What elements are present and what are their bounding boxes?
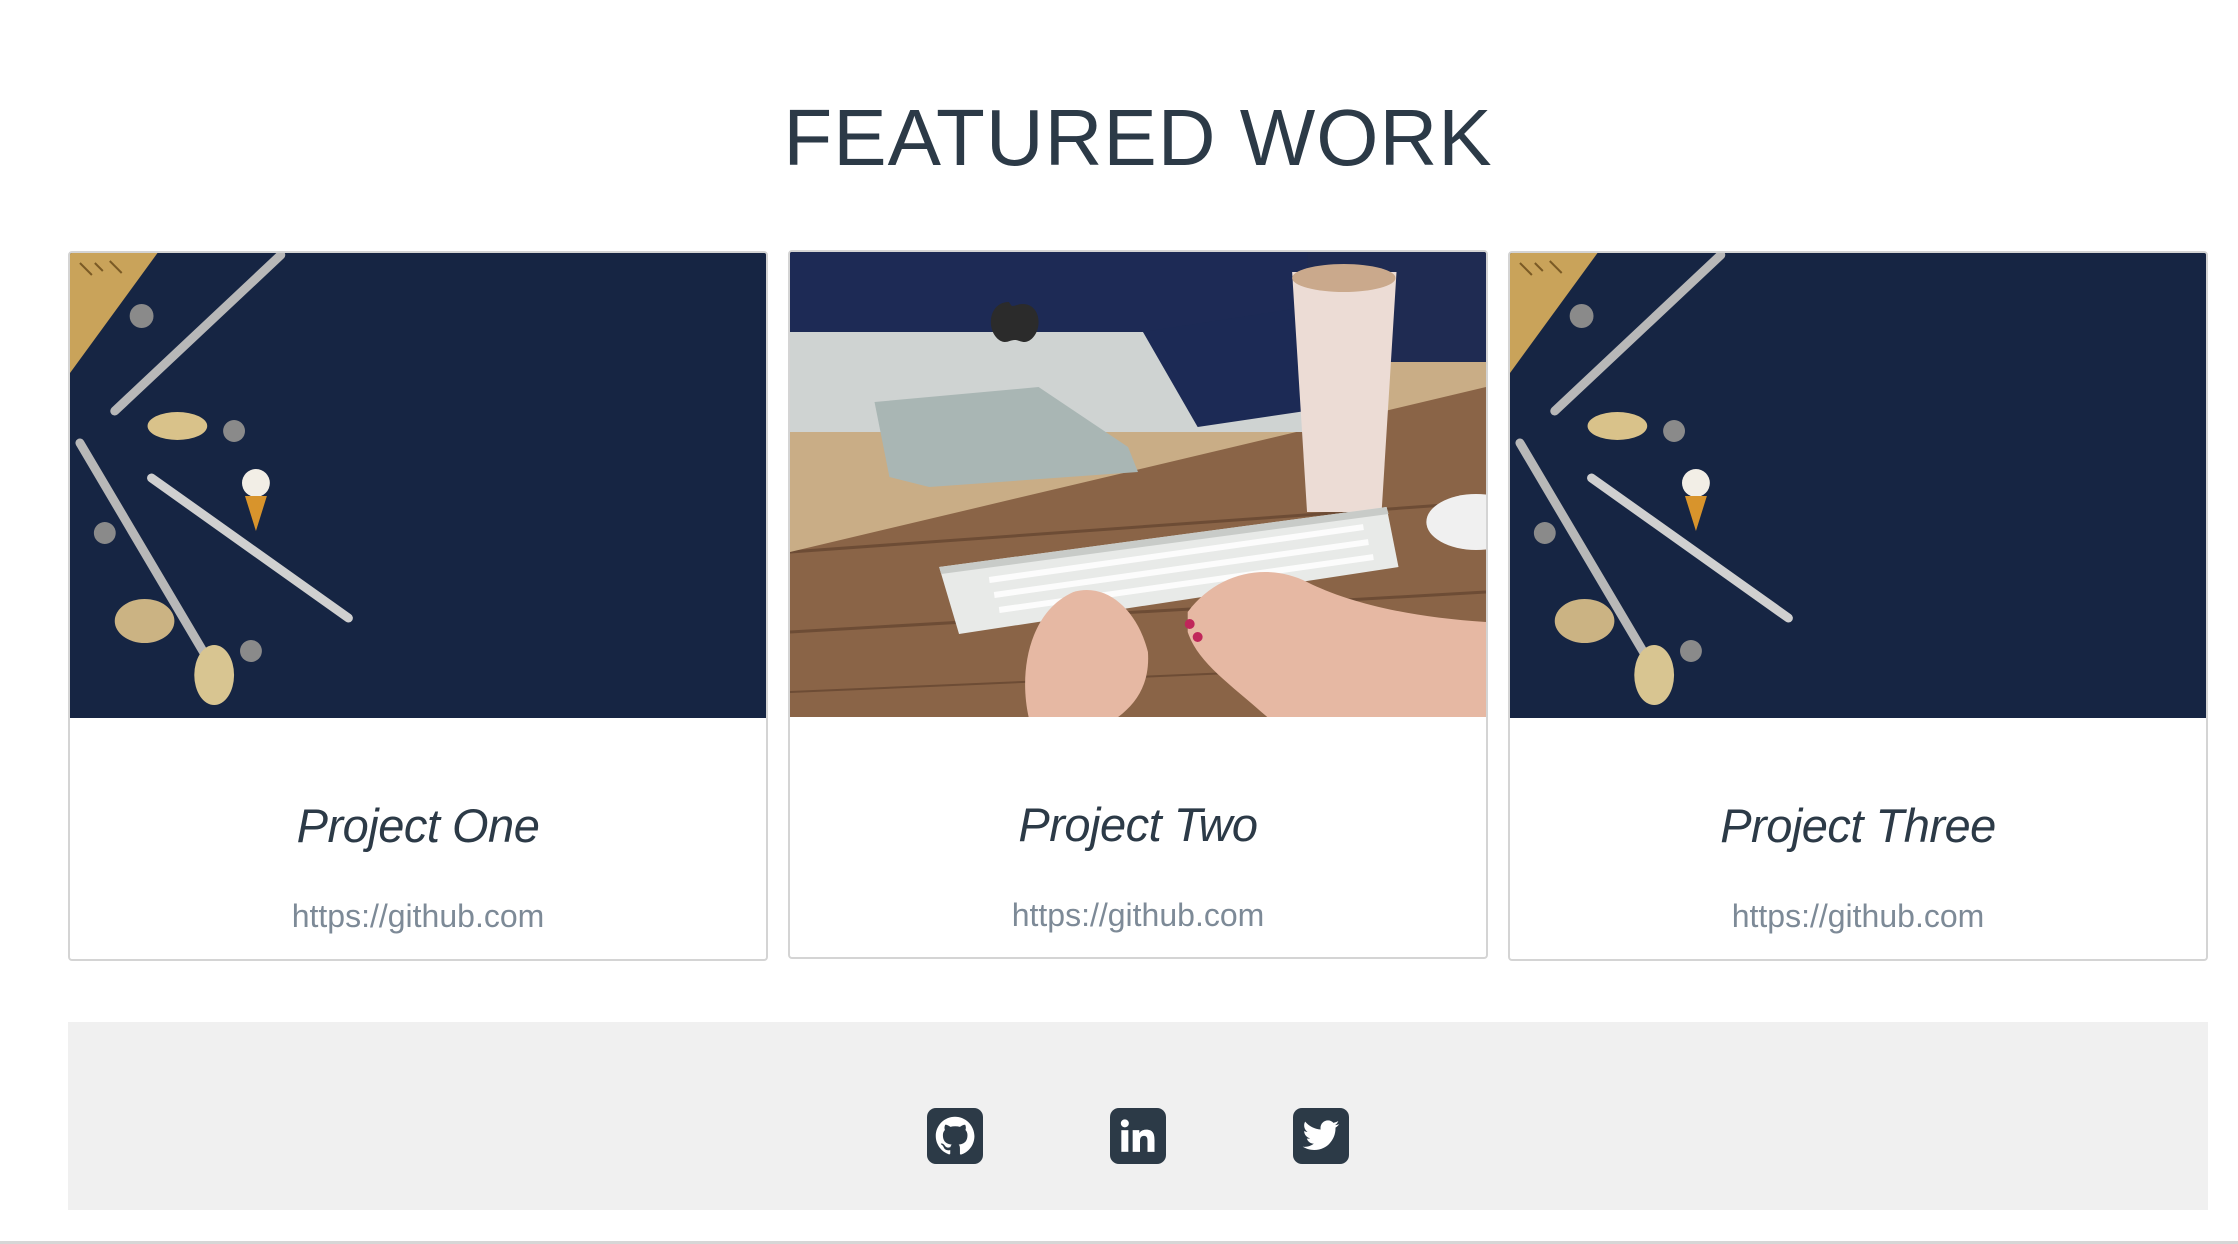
github-icon [935, 1116, 975, 1155]
project-title: Project Three [1720, 799, 1996, 852]
twitter-link[interactable] [1293, 1108, 1349, 1164]
section-title: FEATURED WORK [783, 93, 1493, 182]
project-title: Project Two [1018, 798, 1258, 851]
project-link[interactable]: https://github.com [790, 897, 1486, 934]
project-image[interactable] [1510, 253, 2206, 718]
project-title: Project One [296, 799, 540, 852]
project-link[interactable]: https://github.com [70, 898, 766, 935]
desk-stationery-photo [1510, 253, 2206, 718]
twitter-icon [1302, 1120, 1340, 1150]
footer [68, 1022, 2208, 1210]
project-card: Project Two https://github.com [788, 250, 1488, 959]
typing-keyboard-photo [790, 252, 1486, 717]
project-link[interactable]: https://github.com [1510, 898, 2206, 935]
project-card: Project One https://github.com [68, 251, 768, 961]
linkedin-icon [1120, 1119, 1155, 1152]
desk-stationery-photo [70, 253, 766, 718]
page: FEATURED WORK Project One https://github… [0, 0, 2238, 1244]
github-link[interactable] [927, 1108, 983, 1164]
project-image[interactable] [790, 252, 1486, 717]
project-image[interactable] [70, 253, 766, 718]
project-card: Project Three https://github.com [1508, 251, 2208, 961]
linkedin-link[interactable] [1110, 1108, 1166, 1164]
